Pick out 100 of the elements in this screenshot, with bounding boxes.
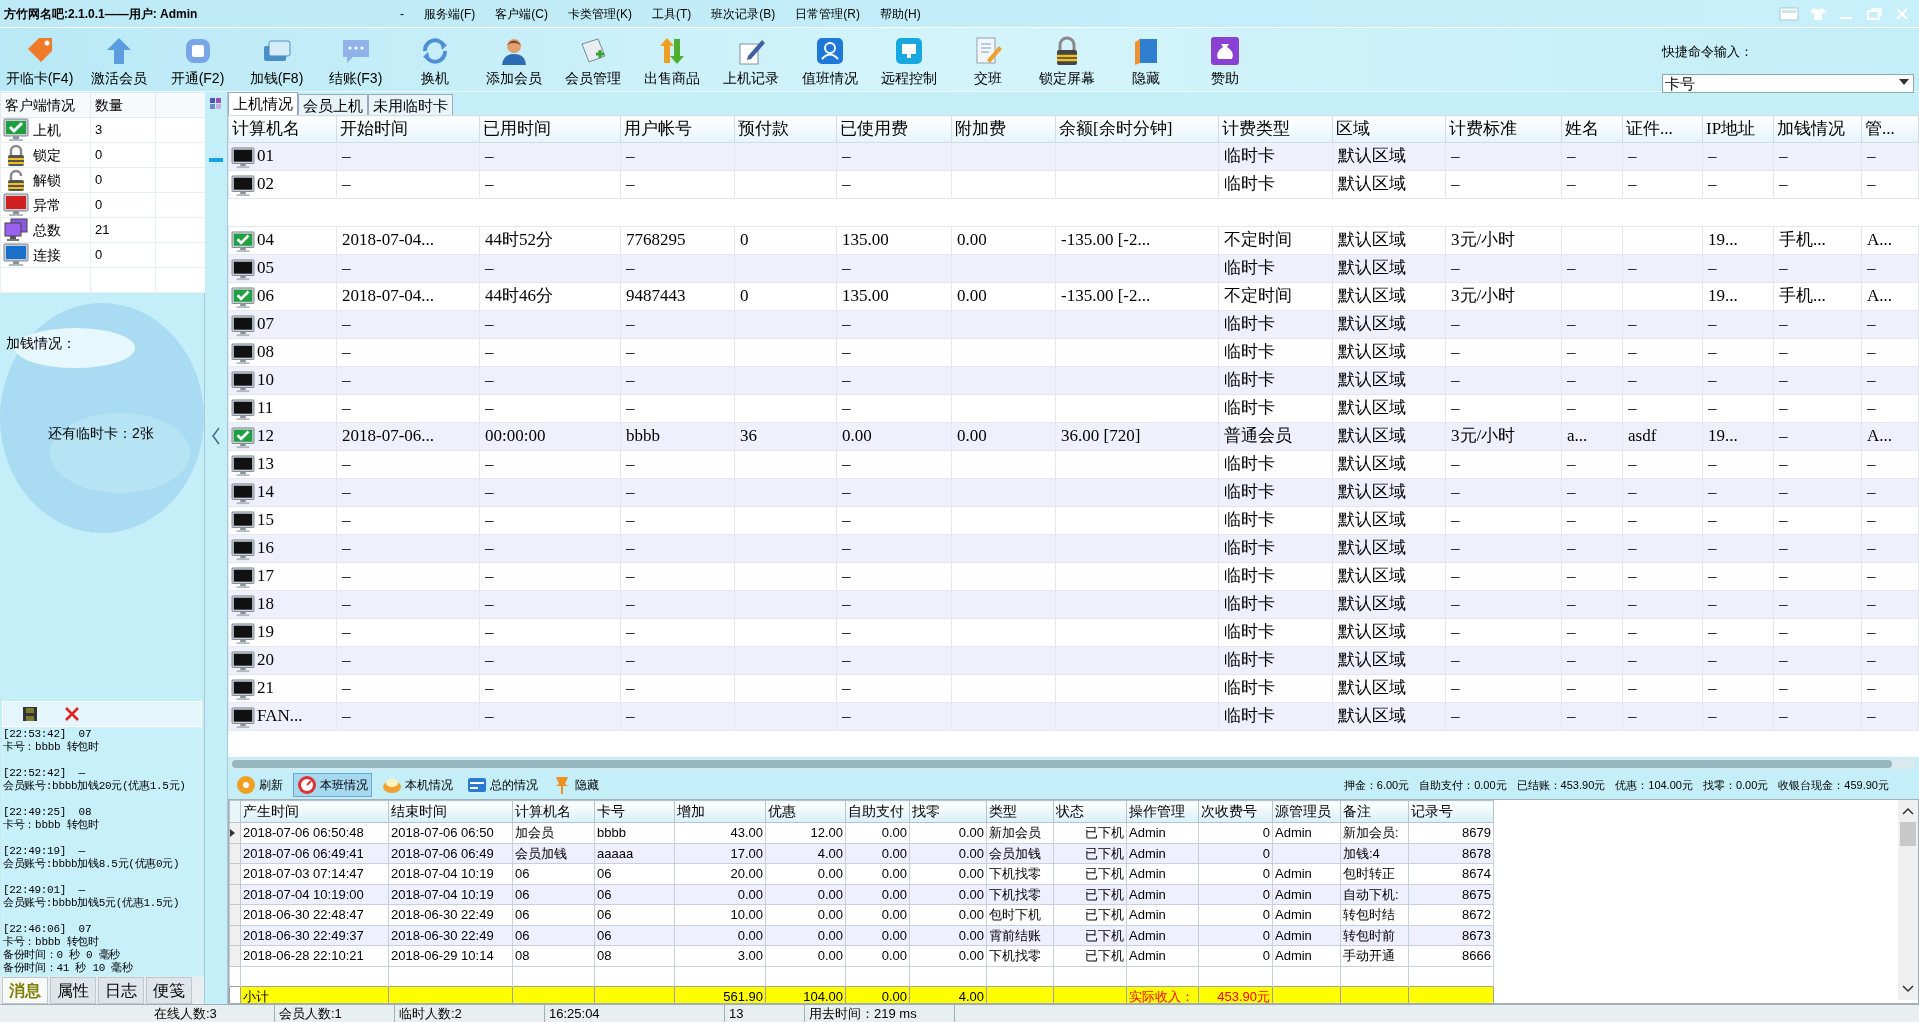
grid-icon[interactable] [210,98,222,110]
table-cell: – [836,478,952,506]
tab[interactable]: 上机情况 [228,92,298,115]
table-cell: – [1561,142,1623,170]
table-cell: 4.00 [909,986,987,1003]
toolbar-button[interactable]: 隐藏 [548,773,603,797]
table-cell: – [1561,646,1623,674]
table-cell: 默认区域 [1332,310,1446,338]
toolbar-button[interactable]: 值班情况 [790,36,869,89]
computer-name: 10 [257,369,274,392]
table-cell: 21 [90,217,156,243]
table-cell: 0.00 [951,422,1056,450]
toolbar-button[interactable]: 本班情况 [293,773,372,797]
table-cell: 默认区域 [1332,282,1446,310]
table-cell: 临时卡 [1218,702,1333,730]
shirt-icon[interactable] [1809,6,1827,21]
table-cell: – [336,674,480,702]
table-cell: – [620,590,735,618]
horizontal-scrollbar[interactable] [230,759,1916,769]
status-text: 16:25:04 [545,1003,725,1022]
tab[interactable]: 便笺 [146,977,192,1004]
menu-item[interactable]: - [400,4,404,23]
table-cell: – [336,562,480,590]
menu-item[interactable]: 服务端(F) [424,4,476,23]
toolbar-button[interactable]: 激活会员 [79,36,158,89]
table-cell: – [479,366,621,394]
table-cell: 临时卡 [1218,394,1333,422]
toolbar-button[interactable]: 远程控制 [869,36,948,89]
table-cell: 临时卡 [1218,450,1333,478]
menu-item[interactable]: 班次记录(B) [711,4,776,23]
restore-icon[interactable] [1865,6,1883,21]
table-cell: – [336,478,480,506]
menu-item[interactable]: 工具(T) [652,4,692,23]
toolbar-button[interactable]: 出售商品 [632,36,711,89]
table-cell: – [620,478,735,506]
table-cell: – [1773,534,1862,562]
table-cell: – [1561,590,1623,618]
status-label: 异常 [33,195,61,215]
combo-box[interactable]: 卡号 [1662,74,1914,94]
table-cell: 44时46分 [479,282,621,310]
table-cell: 默认区域 [1332,590,1446,618]
column-header: 用户帐号 [620,115,735,142]
toolbar-button[interactable]: 刷新 [232,773,287,797]
tab[interactable]: 会员上机 [298,94,368,115]
table-cell: – [1445,338,1562,366]
menu-item[interactable]: 帮助(H) [880,4,921,23]
toolbar-button[interactable]: 添加会员 [474,36,553,89]
tab[interactable]: 属性 [50,977,96,1004]
menu-item[interactable]: 卡类管理(K) [568,4,632,23]
summary-text: 收银台现金：459.90元 [1778,777,1889,793]
toolbar-button[interactable]: 上机记录 [711,36,790,89]
status-text: 用去时间：219 ms [805,1003,955,1022]
table-cell: – [1702,618,1774,646]
table-cell: 默认区域 [1332,226,1446,254]
table-cell: – [836,590,952,618]
menu-item[interactable]: 客户端(C) [495,4,548,23]
table-cell: – [1702,534,1774,562]
table-cell: – [479,590,621,618]
toolbar-button[interactable]: 开通(F2) [158,36,237,89]
toolbar-button[interactable]: 会员管理 [553,36,632,89]
toolbar-button[interactable]: 加钱(F8) [237,36,316,89]
toolbar-button[interactable]: 本机情况 [378,773,457,797]
table-cell: – [620,366,735,394]
toolbar-button[interactable]: 锁定屏幕 [1027,36,1106,89]
table-cell: 手机... [1773,226,1862,254]
close-icon[interactable] [65,707,79,721]
panel-title: 加钱情况： [6,334,76,353]
scroll-marker-icon [209,158,223,162]
table-cell: – [1622,702,1703,730]
toolbar-button[interactable]: 赞助 [1185,36,1264,89]
column-header: 余额[余时分钟] [1055,115,1219,142]
log-entry: [22:49:25] 08 [3,806,93,819]
table-cell: 临时卡 [1218,506,1333,534]
toolbar-button[interactable]: 总的情况 [463,773,542,797]
dropdown-caret-icon[interactable] [1899,78,1909,85]
table-cell: – [836,170,952,198]
computer-name: 11 [257,397,274,420]
status-label: 总数 [33,220,61,240]
column-header: 已使用费 [836,115,952,142]
table-cell: – [836,366,952,394]
table-cell: – [1561,450,1623,478]
toolbar-button[interactable]: 换机 [395,36,474,89]
table-cell: – [479,562,621,590]
toolbar-button[interactable]: 隐藏 [1106,36,1185,89]
vertical-scrollbar[interactable] [1898,800,1918,1000]
skin-icon[interactable] [1779,6,1799,21]
toolbar-button[interactable]: 结账(F3) [316,36,395,89]
tab[interactable]: 消息 [2,977,48,1004]
card-icon [467,775,487,795]
toolbar-button[interactable]: 开临卡(F4) [0,36,79,89]
save-icon[interactable] [23,707,37,721]
table-cell: 临时卡 [1218,170,1333,198]
table-cell: 小计 [240,986,389,1003]
column-header: 区域 [1332,115,1446,142]
tab[interactable]: 未用临时卡 [368,94,453,115]
table-cell: – [836,674,952,702]
toolbar-button[interactable]: 交班 [948,36,1027,89]
menu-item[interactable]: 日常管理(R) [795,4,860,23]
table-cell: – [836,534,952,562]
tab[interactable]: 日志 [98,977,144,1004]
